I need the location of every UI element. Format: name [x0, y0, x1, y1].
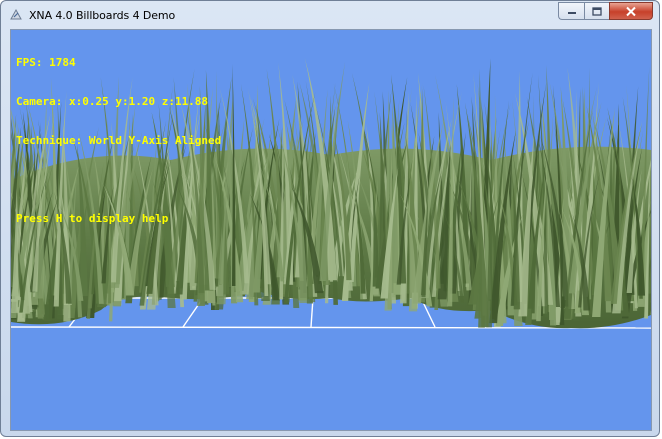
close-button[interactable]: [609, 2, 653, 20]
fps-readout: FPS: 1784: [16, 56, 76, 69]
maximize-icon: [592, 6, 602, 16]
xna-app-icon: [10, 8, 22, 20]
window-title: XNA 4.0 Billboards 4 Demo: [29, 9, 176, 22]
minimize-icon: [567, 12, 576, 14]
maximize-button[interactable]: [584, 2, 609, 20]
camera-readout: Camera: x:0.25 y:1.20 z:11.88: [16, 95, 209, 108]
help-hint: Press H to display help: [16, 212, 169, 225]
title-bar[interactable]: XNA 4.0 Billboards 4 Demo: [1, 1, 659, 29]
game-viewport[interactable]: FPS: 1784 Camera: x:0.25 y:1.20 z:11.88 …: [10, 29, 652, 431]
app-window: XNA 4.0 Billboards 4 Demo FPS: 1784 Came…: [0, 0, 660, 437]
technique-readout: Technique: World Y-Axis Aligned: [16, 134, 222, 147]
minimize-button[interactable]: [558, 2, 584, 20]
close-icon: [626, 6, 636, 16]
hud-overlay: FPS: 1784 Camera: x:0.25 y:1.20 z:11.88 …: [16, 30, 221, 251]
